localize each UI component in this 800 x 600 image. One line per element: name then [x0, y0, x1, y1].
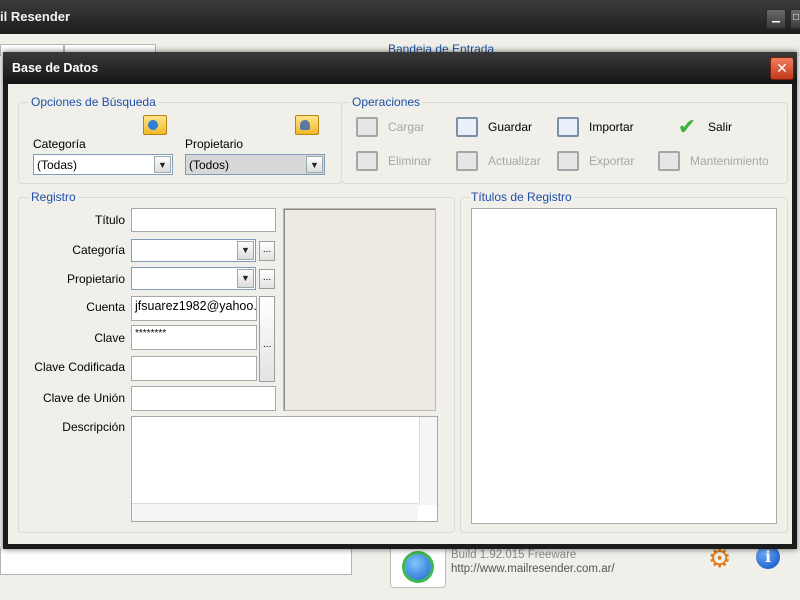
chevron-down-icon[interactable]: ▼	[237, 241, 254, 260]
record-titles-legend: Títulos de Registro	[469, 190, 574, 204]
search-category-select[interactable]: (Todas) ▼	[33, 154, 173, 175]
import-icon	[555, 115, 581, 139]
category-folder-icon	[143, 115, 167, 135]
account-field[interactable]: jfsuarez1982@yahoo.e	[131, 296, 257, 321]
union-key-field[interactable]	[131, 386, 276, 411]
exit-button[interactable]: ✔ Salir	[674, 114, 733, 139]
description-label: Descripción	[62, 420, 125, 434]
exit-label: Salir	[708, 120, 733, 134]
maintenance-button[interactable]: Mantenimiento	[656, 149, 769, 173]
record-titles-list[interactable]	[471, 208, 777, 524]
delete-button[interactable]: Eliminar	[354, 149, 431, 173]
title-field[interactable]	[131, 208, 276, 232]
owner-ellipsis-button[interactable]: ...	[259, 269, 275, 289]
main-window-titlebar: il Resender ▁ □	[0, 0, 800, 34]
restore-button[interactable]: □	[790, 9, 800, 29]
database-dialog: Base de Datos ✕ Opciones de Búsqueda Cat…	[3, 52, 797, 549]
load-label: Cargar	[388, 120, 425, 134]
password-field[interactable]: ********	[131, 325, 257, 350]
save-button[interactable]: Guardar	[454, 115, 532, 139]
maintenance-icon	[656, 149, 682, 173]
dialog-titlebar[interactable]: Base de Datos ✕	[3, 52, 797, 84]
dialog-title: Base de Datos	[12, 61, 99, 75]
load-button[interactable]: Cargar	[354, 115, 425, 139]
record-titles-group: Títulos de Registro	[460, 190, 788, 533]
vertical-scrollbar[interactable]	[419, 417, 437, 505]
load-icon	[354, 115, 380, 139]
account-side-button[interactable]: ...	[259, 296, 275, 382]
save-icon	[454, 115, 480, 139]
owner-folder-icon	[295, 115, 319, 135]
password-label: Clave	[94, 331, 125, 345]
build-label: Build 1.92.015 Freeware	[451, 549, 577, 561]
description-field[interactable]	[131, 416, 438, 522]
horizontal-scrollbar[interactable]	[132, 503, 418, 521]
search-options-legend: Opciones de Búsqueda	[29, 95, 158, 109]
search-owner-value: (Todos)	[189, 158, 230, 172]
chevron-down-icon[interactable]: ▼	[154, 156, 171, 173]
update-button[interactable]: Actualizar	[454, 149, 541, 173]
export-icon	[555, 149, 581, 173]
import-button[interactable]: Importar	[555, 115, 634, 139]
update-label: Actualizar	[488, 154, 541, 168]
account-ellipsis-label: ...	[263, 339, 272, 350]
record-legend: Registro	[29, 190, 78, 204]
title-label: Título	[94, 213, 125, 227]
website-link[interactable]: http://www.mailresender.com.ar/	[451, 563, 615, 575]
account-label: Cuenta	[86, 300, 125, 314]
union-key-label: Clave de Unión	[42, 391, 125, 405]
record-category-label: Categoría	[72, 243, 125, 257]
record-category-select[interactable]: ▼	[131, 239, 256, 262]
app-logo	[390, 546, 446, 588]
globe-icon	[405, 554, 431, 580]
chevron-down-icon[interactable]: ▼	[237, 269, 254, 288]
background-panel	[0, 548, 352, 575]
delete-icon	[354, 149, 380, 173]
export-label: Exportar	[589, 154, 635, 168]
encoded-password-label: Clave Codificada	[34, 360, 125, 374]
search-owner-select[interactable]: (Todos) ▼	[185, 154, 325, 175]
close-button[interactable]: ✕	[770, 57, 794, 80]
search-category-value: (Todas)	[37, 158, 78, 172]
encoded-password-field[interactable]	[131, 356, 257, 381]
main-window-title: il Resender	[0, 9, 71, 24]
import-label: Importar	[589, 120, 634, 134]
checkmark-icon: ✔	[677, 114, 697, 139]
minimize-button[interactable]: ▁	[766, 9, 786, 29]
dialog-client-area: Opciones de Búsqueda Categoría (Todas) ▼…	[8, 84, 792, 544]
record-owner-label: Propietario	[66, 272, 125, 286]
search-owner-label: Propietario	[185, 137, 244, 151]
record-owner-select[interactable]: ▼	[131, 267, 256, 290]
record-group: Registro Título Categoría ▼ ... Propieta…	[18, 190, 455, 533]
search-category-label: Categoría	[33, 137, 86, 151]
operations-legend: Operaciones	[350, 95, 423, 109]
category-ellipsis-button[interactable]: ...	[259, 241, 275, 261]
pencil-icon	[454, 149, 480, 173]
delete-label: Eliminar	[388, 154, 432, 168]
maintenance-label: Mantenimiento	[690, 154, 769, 168]
export-button[interactable]: Exportar	[555, 149, 634, 173]
operations-group: Operaciones Cargar Guardar Importar ✔ Sa…	[341, 95, 788, 184]
chevron-down-icon[interactable]: ▼	[306, 156, 323, 173]
search-options-group: Opciones de Búsqueda Categoría (Todas) ▼…	[18, 95, 342, 184]
save-label: Guardar	[488, 120, 533, 134]
image-preview-panel	[283, 208, 436, 411]
